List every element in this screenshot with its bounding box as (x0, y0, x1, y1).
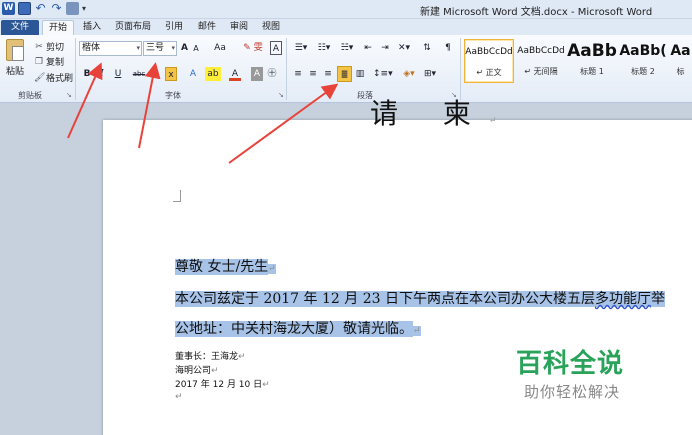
line-spacing-icon[interactable]: ↕≡▾ (373, 67, 393, 81)
enclose-char-icon[interactable]: ㊉ (266, 67, 278, 81)
greeting-line[interactable]: 尊敬 女士/先生↵ (175, 256, 276, 280)
window-title: 新建 Microsoft Word 文档.docx - Microsoft Wo… (420, 7, 653, 18)
superscript-button[interactable]: x (165, 67, 177, 81)
style-heading-2[interactable]: AaBb( 标题 2 (618, 39, 668, 83)
group-divider (460, 38, 461, 100)
signature-date[interactable]: 2017 年 12 月 10 日↵ (175, 377, 270, 390)
tab-page-layout[interactable]: 页面布局 (112, 20, 154, 35)
distributed-icon[interactable]: ▥ (354, 67, 366, 81)
group-divider (75, 38, 76, 100)
tab-review[interactable]: 审阅 (227, 20, 251, 35)
redo-icon[interactable]: ↷ (50, 2, 63, 15)
undo-icon[interactable]: ↶ (34, 2, 47, 15)
shading-icon[interactable]: ◈▾ (400, 67, 418, 81)
chinese-layout-icon[interactable]: ✕▾ (396, 41, 412, 55)
signature-company[interactable]: 海明公司↵ (175, 363, 219, 376)
tab-mailings[interactable]: 邮件 (195, 20, 219, 35)
copy-button[interactable]: ❐ 复制 (34, 55, 64, 69)
shrink-font-button[interactable]: A (191, 42, 201, 56)
scissors-icon: ✂ (35, 41, 43, 52)
group-divider (286, 38, 287, 100)
chevron-down-icon: ▾ (136, 44, 140, 52)
chevron-down-icon: ▾ (171, 44, 175, 52)
style-normal[interactable]: AaBbCcDd ↵ 正文 (464, 39, 514, 83)
increase-indent-icon[interactable]: ⇥ (378, 41, 392, 55)
watermark-title: 百科全说 (516, 349, 625, 379)
invitation-title: 请 柬↵ (370, 97, 497, 130)
brush-icon: 🖌 (34, 72, 46, 83)
highlight-icon[interactable]: ab (205, 67, 221, 81)
margin-corner-mark (173, 190, 181, 202)
underline-button[interactable]: U (112, 67, 124, 81)
paste-button[interactable]: 粘贴 (4, 39, 26, 85)
show-marks-icon[interactable]: ¶ (443, 41, 453, 55)
body-line-2[interactable]: 公地址：中关村海龙大厦）敬请光临。↵ (175, 318, 421, 342)
tab-insert[interactable]: 插入 (80, 20, 104, 35)
tab-file[interactable]: 文件 (1, 20, 39, 35)
copy-icon: ❐ (34, 56, 44, 67)
clipboard-launcher-icon[interactable]: ↘ (66, 91, 72, 99)
strikethrough-button[interactable]: abc (132, 67, 146, 81)
sort-icon[interactable]: ⇅ (420, 41, 434, 55)
font-group-label: 字体 (165, 91, 181, 100)
style-no-spacing[interactable]: AaBbCcDd ↵ 无间隔 (516, 39, 566, 83)
watermark-subtitle: 助你轻松解决 (524, 383, 621, 401)
quick-access-toolbar: W ↶ ↷ ▾ (2, 2, 86, 15)
italic-button[interactable]: I (97, 67, 107, 81)
char-border-button[interactable]: A (270, 41, 282, 55)
align-center-icon[interactable]: ≡ (307, 67, 319, 81)
bullets-icon[interactable]: ☰▾ (291, 41, 311, 55)
tab-home[interactable]: 开始 (42, 20, 74, 35)
font-color-icon[interactable]: A (229, 67, 241, 81)
tab-view[interactable]: 视图 (259, 20, 283, 35)
signature-chairman[interactable]: 董事长：王海龙↵ (175, 349, 246, 362)
char-shading-icon[interactable]: A (251, 67, 263, 81)
customize-qat-button[interactable]: ▾ (82, 4, 86, 13)
empty-paragraph[interactable]: ↵ (175, 392, 183, 402)
body-line-1[interactable]: 本公司兹定于 2017 年 12 月 23 日下午两点在本公司办公大楼五层多功能… (175, 288, 665, 310)
clipboard-group-label: 剪贴板 (18, 91, 42, 100)
paste-label: 粘贴 (5, 67, 24, 77)
align-right-icon[interactable]: ≡ (322, 67, 334, 81)
print-preview-icon[interactable] (66, 2, 79, 15)
justify-icon[interactable]: ≣ (337, 66, 352, 82)
save-icon[interactable] (18, 2, 31, 15)
style-title[interactable]: Aa 标 (669, 39, 692, 83)
ribbon-home: 粘贴 ✂ 剪切 ❐ 复制 🖌 格式刷 剪贴板 ↘ 楷体 ▾ 三号 ▾ A A Aa ✎… (0, 35, 692, 103)
align-left-icon[interactable]: ≡ (292, 67, 304, 81)
clear-format-icon[interactable]: ✎ 雯 (238, 41, 268, 55)
font-name-select[interactable]: 楷体 ▾ (79, 41, 142, 56)
style-heading-1[interactable]: AaBb 标题 1 (567, 39, 617, 83)
ribbon-tabs: 文件 开始 插入 页面布局 引用 邮件 审阅 视图 (0, 19, 692, 35)
tab-references[interactable]: 引用 (162, 20, 186, 35)
multilevel-list-icon[interactable]: ☵▾ (337, 41, 357, 55)
paste-icon (6, 39, 24, 61)
word-icon[interactable]: W (2, 2, 15, 15)
decrease-indent-icon[interactable]: ⇤ (361, 41, 375, 55)
text-effects-icon[interactable]: A (186, 67, 200, 81)
change-case-button[interactable]: Aa (212, 41, 228, 55)
borders-icon[interactable]: ⊞▾ (421, 67, 439, 81)
numbering-icon[interactable]: ☷▾ (314, 41, 334, 55)
font-launcher-icon[interactable]: ↘ (278, 91, 284, 99)
subscript-button[interactable]: x (151, 67, 161, 81)
grow-font-button[interactable]: A (179, 41, 190, 55)
bold-button[interactable]: B (82, 67, 92, 81)
title-bar: W ↶ ↷ ▾ 新建 Microsoft Word 文档.docx - Micr… (0, 0, 692, 19)
cut-button[interactable]: ✂ 剪切 (34, 40, 64, 54)
font-size-select[interactable]: 三号 ▾ (143, 41, 177, 56)
format-painter-button[interactable]: 🖌 格式刷 (34, 71, 73, 85)
